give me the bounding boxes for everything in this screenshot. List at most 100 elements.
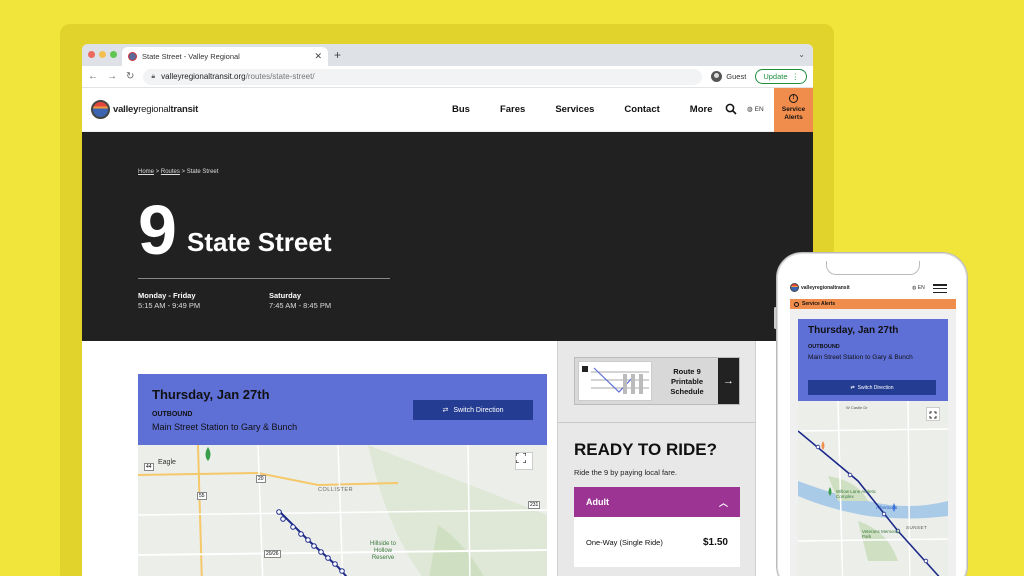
language-selector[interactable]: ◍ EN [747, 105, 764, 114]
nav-item-more[interactable]: More [690, 104, 713, 115]
right-arrow-icon: → [718, 358, 739, 404]
mobile-language-label: EN [917, 285, 925, 291]
search-icon[interactable] [725, 103, 737, 115]
breadcrumb-separator: > [154, 169, 161, 175]
minimize-window-button[interactable] [99, 51, 106, 58]
map-shield-20: 20 [256, 475, 266, 483]
switch-direction-button[interactable]: ⇄ Switch Direction [413, 400, 533, 420]
fare-group-label: Adult [586, 497, 609, 507]
hamburger-menu-icon[interactable] [933, 284, 947, 293]
nav-item-fares[interactable]: Fares [500, 104, 525, 115]
tab-search-chevron-icon[interactable]: ⌄ [798, 50, 805, 59]
browser-tab-bar: State Street - Valley Regional ✕ + ⌄ [82, 44, 813, 66]
breadcrumb-current: State Street [186, 169, 219, 175]
mobile-switch-direction-label: Switch Direction [857, 384, 894, 391]
breadcrumb-routes[interactable]: Routes [161, 169, 180, 175]
map-shield-55: 55 [197, 492, 207, 500]
route-map[interactable]: Eagle COLLISTER Hillside to Hollow Reser… [138, 445, 547, 576]
avatar-icon [711, 71, 723, 82]
map-canvas [138, 445, 547, 576]
trip-description: Main Street Station to Gary & Bunch [152, 422, 298, 432]
phone-notch [826, 261, 920, 275]
nav-item-services[interactable]: Services [555, 104, 594, 115]
address-bar[interactable]: 🔒︎ valleyregionaltransit.org/routes/stat… [143, 68, 703, 85]
service-hours: 5:15 AM - 9:49 PM [138, 301, 201, 310]
reload-icon[interactable]: ↻ [126, 71, 134, 82]
fare-row: One-Way (Single Ride) $1.50 [574, 517, 740, 567]
map-label-hillside-reserve: Hillside to Hollow Reserve [369, 541, 396, 561]
mobile-service-alerts-bar[interactable]: Service Alerts [790, 299, 956, 309]
mobile-map-fullscreen-button[interactable] [926, 407, 940, 421]
fullscreen-icon [516, 453, 526, 463]
nav-item-contact[interactable]: Contact [624, 104, 659, 115]
map-fullscreen-button[interactable] [515, 452, 533, 470]
alert-icon: ! [789, 94, 798, 103]
nav-item-bus[interactable]: Bus [452, 104, 470, 115]
swap-arrows-icon: ⇄ [442, 407, 449, 414]
service-hours: 7:45 AM - 8:45 PM [269, 301, 332, 310]
site-favicon-icon [128, 52, 137, 61]
trip-card: Thursday, Jan 27th OUTBOUND Main Street … [138, 374, 547, 445]
schedule-title: Route 9 Printable Schedule [670, 367, 704, 396]
main-nav: Bus Fares Services Contact More [452, 104, 742, 115]
back-arrow-icon[interactable]: ← [88, 71, 98, 82]
schedule-thumbnail [578, 361, 652, 401]
profile-chip[interactable]: Guest [711, 71, 746, 82]
mobile-switch-direction-button[interactable]: ⇄ Switch Direction [808, 380, 936, 395]
switch-direction-label: Switch Direction [453, 406, 504, 414]
mobile-content: Thursday, Jan 27th OUTBOUND Main Street … [790, 309, 956, 576]
mobile-language-selector[interactable]: ◍ EN [912, 285, 925, 291]
maximize-window-button[interactable] [110, 51, 117, 58]
url-path: /routes/state-street/ [245, 72, 315, 81]
close-window-button[interactable] [88, 51, 95, 58]
trip-direction: OUTBOUND [152, 411, 193, 418]
mobile-logo[interactable]: valleyregionaltransit [790, 283, 850, 292]
mobile-screen: valleyregionaltransit ◍ EN Service Alert… [786, 261, 960, 576]
logo-regional: regional [138, 104, 171, 115]
mobile-map-label-sunset: SUNSET [906, 525, 928, 530]
update-button[interactable]: Update ⋮ [755, 69, 807, 84]
chevron-up-icon: ︿ [718, 497, 728, 508]
route-hero: Home > Routes > State Street 9 State Str… [82, 132, 813, 345]
kebab-menu-icon: ⋮ [791, 72, 800, 81]
forward-arrow-icon[interactable]: → [107, 71, 117, 82]
printable-schedule-link[interactable]: Route 9 Printable Schedule → [574, 357, 740, 405]
logo-transit: transit [170, 104, 199, 115]
route-name: State Street [187, 227, 332, 257]
hero-divider [138, 278, 390, 279]
service-days: Monday - Friday [138, 291, 196, 300]
mobile-route-map[interactable]: W Castle Dr Willow Lane Athletic Complex… [798, 401, 948, 576]
browser-toolbar: ← → ↻ 🔒︎ valleyregionaltransit.org/route… [82, 66, 813, 88]
breadcrumb-home[interactable]: Home [138, 169, 154, 175]
service-alerts-label: Service Alerts [781, 106, 806, 121]
map-shield-231: 231 [528, 501, 541, 509]
update-label: Update [763, 72, 788, 81]
mobile-map-label-veterans-park: Veterans Memorial Park [862, 529, 900, 539]
map-label-eagle: Eagle [158, 459, 176, 466]
fare-accordion-adult[interactable]: Adult ︿ [574, 487, 740, 517]
globe-icon: ◍ [747, 106, 753, 113]
alert-icon [794, 301, 799, 307]
service-days: Saturday [269, 291, 302, 300]
site-logo[interactable]: valleyregionaltransit [91, 100, 198, 119]
fullscreen-icon [929, 411, 937, 419]
service-alerts-button[interactable]: ! Service Alerts [774, 88, 813, 132]
logo-wordmark: valleyregionaltransit [113, 104, 198, 115]
service-hours-weekday: Monday - Friday 5:15 AM - 9:49 PM [138, 291, 200, 311]
site-header: valleyregionaltransit Bus Fares Services… [82, 88, 813, 132]
new-tab-button[interactable]: + [334, 48, 341, 62]
mobile-trip-direction: OUTBOUND [808, 344, 840, 350]
mobile-logo-text: valleyregionaltransit [801, 284, 850, 291]
breadcrumb-separator: > [179, 169, 187, 175]
ready-to-ride-heading: READY TO RIDE? [574, 440, 717, 459]
sidebar-divider [558, 422, 755, 423]
browser-tab[interactable]: State Street - Valley Regional ✕ [122, 47, 328, 66]
tab-title: State Street - Valley Regional [142, 52, 240, 61]
fare-price: $1.50 [702, 536, 728, 548]
globe-icon: ◍ [912, 285, 917, 291]
url-text: valleyregionaltransit.org/routes/state-s… [161, 72, 314, 81]
logo-mark-icon [91, 100, 110, 119]
mobile-map-label-willow-lane: Willow Lane Athletic Complex [836, 489, 877, 499]
ready-to-ride-text: Ride the 9 by paying local fare. [574, 468, 677, 477]
close-tab-icon[interactable]: ✕ [314, 51, 322, 62]
